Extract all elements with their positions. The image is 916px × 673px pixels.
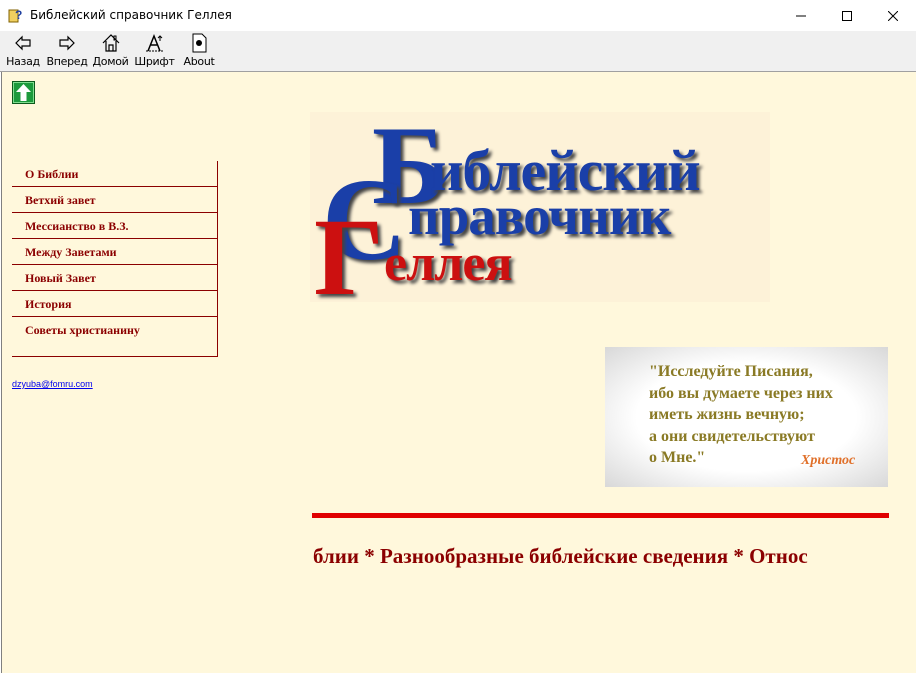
quote-author: Христос	[801, 453, 856, 468]
minimize-icon	[796, 15, 806, 16]
menu-item-between-testaments[interactable]: Между Заветами	[12, 239, 217, 265]
title-bar: ? Библейский справочник Геллея	[0, 0, 916, 31]
email-link[interactable]: dzyuba@fomru.com	[12, 379, 93, 389]
content-area: О Библии Ветхий завет Мессианство в В.З.…	[1, 72, 916, 673]
minimize-button[interactable]	[778, 0, 824, 31]
logo: Б иблейский С правочник Г еллея	[310, 104, 770, 318]
quote-box: "Исследуйте Писания, ибо вы думаете чере…	[605, 347, 888, 487]
close-button[interactable]	[870, 0, 916, 31]
font-icon	[145, 33, 164, 52]
about-document-icon	[192, 33, 207, 53]
menu-item-old-testament[interactable]: Ветхий завет	[12, 187, 217, 213]
menu-item-new-testament[interactable]: Новый Завет	[12, 265, 217, 291]
app-help-icon: ?	[8, 8, 22, 23]
menu-item-about-bible[interactable]: О Библии	[12, 161, 217, 187]
font-label: Шрифт	[134, 55, 175, 68]
home-icon	[102, 34, 119, 52]
maximize-button[interactable]	[824, 0, 870, 31]
scrolling-marquee: блии * Разнообразные библейские сведения…	[312, 542, 889, 572]
menu-item-messianism[interactable]: Мессианство в В.З.	[12, 213, 217, 239]
toolbar: Назад Вперед Домой Шрифт About	[0, 31, 916, 72]
back-button[interactable]: Назад	[6, 33, 40, 71]
about-button[interactable]: About	[183, 33, 215, 71]
maximize-icon	[842, 10, 852, 21]
home-button[interactable]: Домой	[92, 33, 129, 71]
logo-letter-g: Г	[314, 196, 384, 318]
logo-word-helleya: еллея	[384, 235, 513, 292]
back-arrow-icon	[15, 35, 31, 51]
menu-item-advice[interactable]: Советы христианину	[12, 317, 217, 342]
window-title: Библейский справочник Геллея	[30, 8, 232, 22]
divider-line	[312, 513, 889, 518]
marquee-text: блии * Разнообразные библейские сведения…	[313, 544, 808, 568]
forward-arrow-icon	[59, 35, 75, 51]
close-icon	[888, 10, 898, 21]
menu-footer	[12, 342, 217, 357]
forward-label: Вперед	[46, 55, 88, 68]
home-label: Домой	[92, 55, 129, 68]
about-label: About	[183, 55, 215, 68]
font-button[interactable]: Шрифт	[134, 33, 175, 71]
menu-item-history[interactable]: История	[12, 291, 217, 317]
up-arrow-icon[interactable]	[12, 81, 35, 104]
main-menu: О Библии Ветхий завет Мессианство в В.З.…	[12, 161, 218, 357]
back-label: Назад	[6, 55, 40, 68]
svg-text:?: ?	[15, 8, 22, 22]
forward-button[interactable]: Вперед	[46, 33, 88, 71]
